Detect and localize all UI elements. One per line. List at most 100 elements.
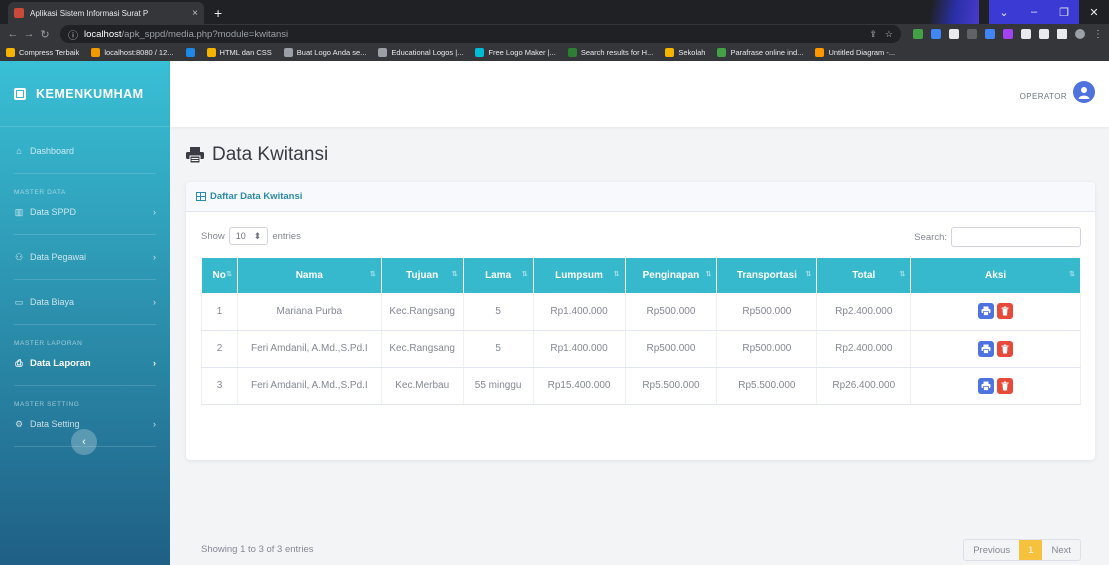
bookmark-icon	[815, 48, 825, 57]
sort-icon: ⇅	[226, 271, 232, 278]
table-cell: Rp1.400.000	[533, 330, 626, 368]
bookmark-item[interactable]: Search results for H...	[567, 48, 653, 57]
table-body: 1 Mariana Purba Kec.Rangsang 5 Rp1.400.000 Rp…	[201, 293, 1081, 405]
bookmark-item[interactable]	[185, 48, 195, 57]
reload-icon[interactable]: ↻	[38, 28, 52, 41]
puzzle-icon[interactable]	[1039, 29, 1049, 39]
extension-icon[interactable]	[931, 29, 941, 39]
brand[interactable]: KEMENKUMHAM	[0, 61, 170, 127]
print-button[interactable]	[978, 377, 995, 394]
column-header-no[interactable]: No ⇅	[201, 258, 238, 293]
column-header-label: Tujuan	[406, 270, 439, 281]
extension-icon[interactable]	[949, 29, 959, 39]
sidebar-item-data-laporan[interactable]: ⎙ Data Laporan ›	[0, 347, 170, 379]
sidebar-toggle-button[interactable]: ‹	[71, 429, 97, 455]
side-panel-icon[interactable]	[1057, 29, 1067, 39]
bookmark-item[interactable]: Sekolah	[665, 48, 705, 57]
kwitansi-table: No ⇅ Nama ⇅ Tujuan ⇅ Lama ⇅ Lumpsum ⇅ Penginapan ⇅ T…	[201, 258, 1081, 405]
bookmark-item[interactable]: HTML dan CSS	[206, 48, 272, 57]
sidebar-item-dashboard[interactable]: ⌂ Dashboard	[0, 135, 170, 167]
bookmark-item[interactable]: Parafrase online ind...	[717, 48, 803, 57]
column-header-lama[interactable]: Lama ⇅	[463, 258, 534, 293]
user-role: OPERATOR	[1019, 91, 1067, 101]
browser-chrome: Aplikasi Sistem Informasi Surat P × + ⌄ …	[0, 0, 1109, 61]
sidebar-divider	[14, 279, 156, 280]
bookmark-item[interactable]: Buat Logo Anda se...	[283, 48, 367, 57]
window-controls: ⌄ – ❐ ✕	[989, 0, 1109, 24]
sidebar-item-data-sppd[interactable]: ▥ Data SPPD ›	[0, 196, 170, 228]
chevron-right-icon: ›	[153, 207, 156, 217]
extension-icon[interactable]	[967, 29, 977, 39]
page-title: Data Kwitansi	[186, 144, 1095, 166]
column-header-aksi[interactable]: Aksi ⇅	[910, 258, 1081, 293]
page-button-current[interactable]: 1	[1019, 540, 1043, 560]
forward-icon[interactable]: →	[22, 28, 36, 40]
column-header-lumpsum[interactable]: Lumpsum ⇅	[533, 258, 626, 293]
column-header-tujuan[interactable]: Tujuan ⇅	[381, 258, 464, 293]
address-bar[interactable]: ⓘ localhost /apk_sppd/media.php?module=k…	[60, 25, 901, 43]
table-icon	[196, 192, 206, 201]
tab-search-icon[interactable]: ⌄	[989, 0, 1019, 24]
column-header-nama[interactable]: Nama ⇅	[237, 258, 382, 293]
site-info-icon[interactable]: ⓘ	[68, 27, 78, 42]
table-row: 3 Feri Amdanil, A.Md.,S.Pd.I Kec.Merbau 55 …	[201, 367, 1081, 405]
close-window-icon[interactable]: ✕	[1079, 0, 1109, 24]
trash-icon	[1001, 344, 1009, 353]
delete-button[interactable]	[997, 377, 1014, 394]
select-arrows-icon: ⬍	[253, 230, 262, 241]
bookmark-icon	[717, 48, 727, 57]
user-menu[interactable]: OPERATOR	[1019, 81, 1095, 103]
column-header-transportasi[interactable]: Transportasi ⇅	[716, 258, 818, 293]
bookmark-label: Buat Logo Anda se...	[296, 48, 367, 57]
search-control: Search:	[914, 227, 1081, 247]
share-icon[interactable]: ⇪	[869, 29, 877, 40]
table-cell: Rp26.400.000	[816, 367, 912, 405]
bookmark-item[interactable]: Free Logo Maker |...	[475, 48, 556, 57]
bookmark-item[interactable]: Untitled Diagram -...	[815, 48, 895, 57]
table-cell: Rp15.400.000	[533, 367, 626, 405]
extension-icon[interactable]	[913, 29, 923, 39]
bookmark-item[interactable]: Educational Logos |...	[378, 48, 463, 57]
chevron-right-icon: ›	[153, 358, 156, 368]
url-path: /apk_sppd/media.php?module=kwitansi	[121, 28, 289, 40]
tab-close-icon[interactable]: ×	[192, 8, 198, 19]
sort-icon: ⇅	[1069, 271, 1075, 278]
next-button[interactable]: Next	[1042, 540, 1080, 560]
back-icon[interactable]: ←	[6, 28, 20, 40]
maximize-icon[interactable]: ❐	[1049, 0, 1079, 24]
table-cell: Rp2.400.000	[816, 330, 912, 368]
sidebar-item-label: Dashboard	[30, 146, 75, 156]
bookmark-star-icon[interactable]: ☆	[885, 29, 893, 40]
extension-icon[interactable]	[1021, 29, 1031, 39]
table-cell: 3	[201, 367, 238, 405]
print-button[interactable]	[978, 340, 995, 357]
sidebar-item-label: Data Biaya	[30, 297, 75, 307]
bookmark-item[interactable]: localhost:8080 / 12...	[91, 48, 174, 57]
column-header-total[interactable]: Total ⇅	[816, 258, 912, 293]
pagination: Previous 1 Next	[963, 539, 1081, 561]
bookmark-label: HTML dan CSS	[219, 48, 272, 57]
minimize-icon[interactable]: –	[1019, 0, 1049, 24]
print-button[interactable]	[978, 303, 995, 320]
search-input[interactable]	[951, 227, 1081, 247]
profile-avatar[interactable]	[1075, 29, 1085, 39]
page-title-text: Data Kwitansi	[212, 144, 329, 165]
column-header-label: No	[212, 270, 226, 281]
table-cell: 2	[201, 330, 238, 368]
extension-icon[interactable]	[985, 29, 995, 39]
sidebar-divider	[14, 173, 156, 174]
extension-icon[interactable]	[1003, 29, 1013, 39]
table-cell: Feri Amdanil, A.Md.,S.Pd.I	[237, 367, 382, 405]
page-length-select[interactable]: 10 ⬍	[228, 227, 269, 245]
sidebar-item-data-biaya[interactable]: ▭ Data Biaya ›	[0, 286, 170, 318]
column-header-penginapan[interactable]: Penginapan ⇅	[625, 258, 718, 293]
sidebar-item-data-pegawai[interactable]: ⚇ Data Pegawai ›	[0, 241, 170, 273]
bookmark-item[interactable]: Compress Terbaik	[6, 48, 79, 57]
row-actions	[911, 377, 1080, 394]
new-tab-button[interactable]: +	[214, 2, 222, 24]
delete-button[interactable]	[997, 340, 1014, 357]
menu-dots-icon[interactable]: ⋮	[1093, 29, 1103, 40]
delete-button[interactable]	[997, 303, 1014, 320]
browser-tab[interactable]: Aplikasi Sistem Informasi Surat P ×	[8, 2, 204, 24]
previous-button[interactable]: Previous	[964, 540, 1019, 560]
